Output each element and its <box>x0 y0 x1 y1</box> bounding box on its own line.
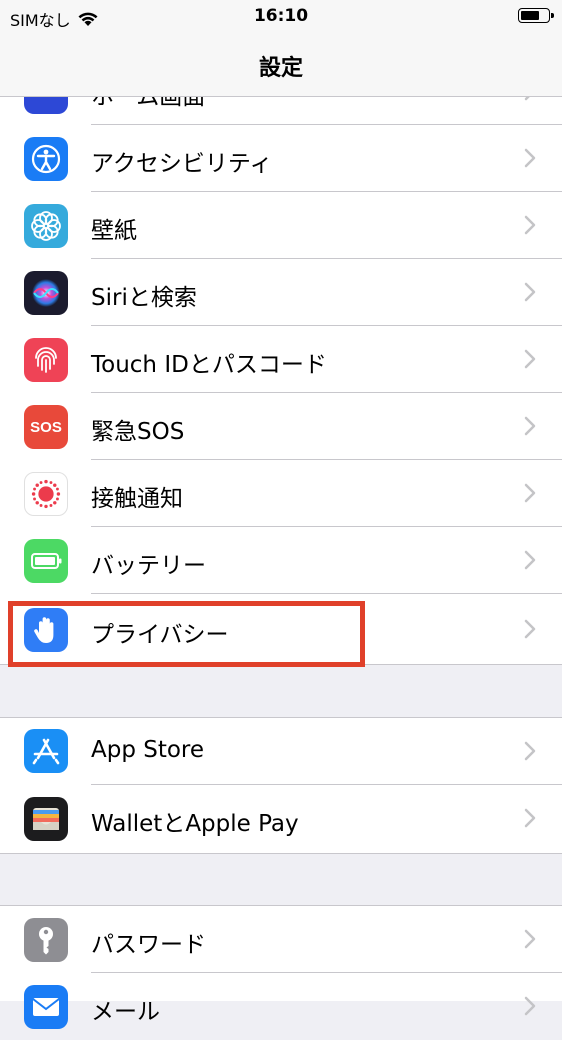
settings-row-label: Touch IDとパスコード <box>91 352 327 378</box>
page-title: 設定 <box>258 56 303 81</box>
mail-icon <box>24 985 68 1029</box>
sos-icon: SOS <box>24 405 68 449</box>
settings-row-label: App Store <box>91 737 205 763</box>
wallpaper-flower-icon <box>24 204 68 248</box>
settings-group-2: App Store WalletとApple Pay <box>0 717 562 854</box>
settings-row-label: Siriと検索 <box>91 285 197 311</box>
settings-row-emergency-sos[interactable]: SOS 緊急SOS <box>0 393 562 460</box>
settings-row-label: 壁紙 <box>91 218 137 244</box>
chevron-right-icon <box>524 483 536 503</box>
chevron-right-icon <box>524 148 536 168</box>
chevron-right-icon <box>524 808 536 828</box>
chevron-right-icon <box>524 416 536 436</box>
settings-row-wallet[interactable]: WalletとApple Pay <box>0 785 562 852</box>
fingerprint-icon <box>24 338 68 382</box>
chevron-right-icon <box>524 215 536 235</box>
settings-row-label: アクセシビリティ <box>91 151 273 177</box>
highlight-box <box>8 601 365 667</box>
chevron-right-icon <box>524 550 536 570</box>
chevron-right-icon <box>524 996 536 1016</box>
settings-group-1: ホーム画面 アクセシビリティ 壁紙 Siriと検索 Touch IDとパスコード… <box>0 58 562 665</box>
chevron-right-icon <box>524 929 536 949</box>
chevron-right-icon <box>524 619 536 639</box>
settings-row-label: WalletとApple Pay <box>91 811 299 837</box>
chevron-right-icon <box>524 282 536 302</box>
status-time: 16:10 <box>253 6 309 26</box>
settings-row-passwords[interactable]: パスワード <box>0 906 562 973</box>
exposure-notification-icon <box>24 472 68 516</box>
settings-row-battery[interactable]: バッテリー <box>0 527 562 594</box>
settings-row-label: パスワード <box>91 932 206 958</box>
settings-row-label: 緊急SOS <box>91 419 185 445</box>
status-bar: SIMなし 16:10 <box>0 0 562 34</box>
settings-row-label: メール <box>91 999 160 1025</box>
battery-icon <box>24 539 68 583</box>
settings-row-accessibility[interactable]: アクセシビリティ <box>0 125 562 192</box>
key-icon <box>24 918 68 962</box>
battery-icon <box>518 8 554 23</box>
settings-row-label: 接触通知 <box>91 486 183 512</box>
settings-row-label: バッテリー <box>91 553 206 579</box>
chevron-right-icon <box>524 349 536 369</box>
settings-row-app-store[interactable]: App Store <box>0 718 562 785</box>
app-store-icon <box>24 729 68 773</box>
navigation-bar: 設定 <box>0 34 562 97</box>
accessibility-icon <box>24 137 68 181</box>
settings-row-wallpaper[interactable]: 壁紙 <box>0 192 562 259</box>
settings-row-siri[interactable]: Siriと検索 <box>0 259 562 326</box>
sos-icon-text: SOS <box>30 418 62 436</box>
settings-row-exposure-notification[interactable]: 接触通知 <box>0 460 562 527</box>
settings-row-touch-id[interactable]: Touch IDとパスコード <box>0 326 562 393</box>
wallet-icon <box>24 797 68 841</box>
siri-icon <box>24 271 68 315</box>
settings-row-mail[interactable]: メール <box>0 973 562 1040</box>
settings-group-3: パスワード メール <box>0 905 562 1029</box>
chevron-right-icon <box>524 741 536 761</box>
